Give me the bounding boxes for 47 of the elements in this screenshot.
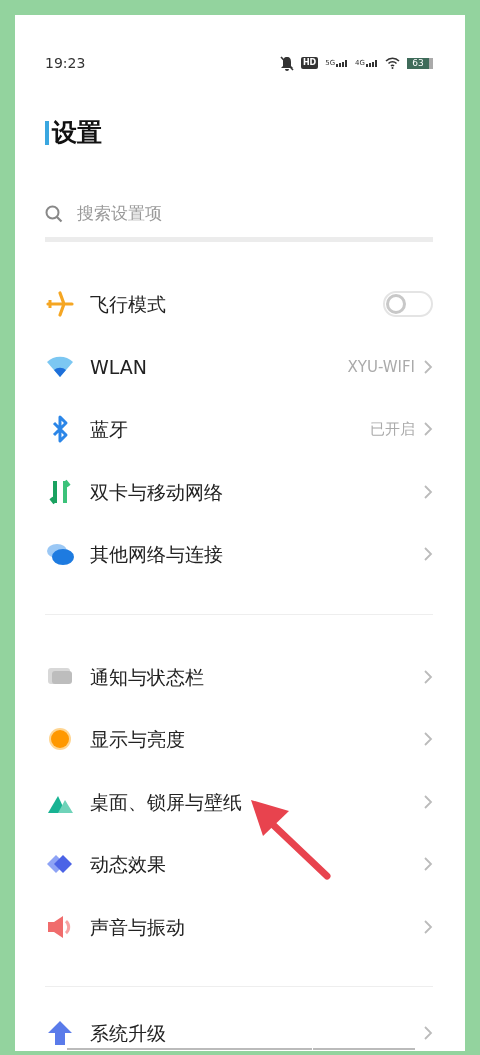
chevron-right-icon bbox=[423, 918, 433, 935]
plane-icon bbox=[45, 289, 75, 320]
settings-item[interactable]: 飞行模式 bbox=[45, 273, 433, 336]
hd-badge: HD bbox=[300, 57, 319, 69]
item-value: XYU-WIFI bbox=[347, 356, 415, 378]
item-label: 飞行模式 bbox=[90, 292, 167, 317]
item-label: 其他网络与连接 bbox=[90, 542, 224, 567]
wifi-icon bbox=[385, 57, 400, 69]
settings-item[interactable]: 声音与振动 bbox=[45, 895, 433, 958]
item-label: 蓝牙 bbox=[90, 417, 129, 442]
chevron-right-icon bbox=[423, 856, 433, 873]
chevron-right-icon bbox=[423, 1025, 433, 1041]
item-label: 动态效果 bbox=[90, 852, 167, 877]
item-label: 桌面、锁屏与壁纸 bbox=[90, 789, 243, 815]
item-label: 显示与亮度 bbox=[90, 727, 186, 752]
page-title: 设置 bbox=[52, 117, 102, 149]
item-label: 通知与状态栏 bbox=[90, 664, 205, 690]
search-field[interactable]: 搜索设置项 bbox=[77, 201, 377, 227]
chevron-right-icon bbox=[423, 421, 433, 438]
search-icon bbox=[45, 205, 63, 223]
status-time: 19:23 bbox=[45, 54, 86, 73]
settings-item[interactable]: 通知与状态栏 bbox=[45, 645, 433, 708]
settings-item[interactable]: 蓝牙 已开启 bbox=[45, 398, 433, 461]
chevron-right-icon bbox=[423, 793, 433, 810]
title-accent-bar bbox=[45, 121, 49, 145]
settings-item[interactable]: 其他网络与连接 bbox=[45, 523, 433, 586]
settings-item[interactable]: WLAN XYU-WIFI bbox=[45, 335, 433, 398]
item-label: 双卡与移动网络 bbox=[90, 479, 224, 505]
settings-item[interactable]: 桌面、锁屏与壁纸 bbox=[45, 770, 433, 833]
settings-item[interactable]: 动态效果 bbox=[45, 833, 433, 896]
chevron-right-icon bbox=[423, 483, 433, 500]
signal-icon bbox=[336, 60, 349, 67]
settings-item[interactable]: 双卡与移动网络 bbox=[45, 460, 433, 523]
chevron-right-icon bbox=[423, 731, 433, 748]
settings-item[interactable]: 系统升级 bbox=[45, 1007, 433, 1051]
settings-item[interactable]: 显示与亮度 bbox=[45, 708, 433, 771]
chevron-right-icon bbox=[423, 546, 433, 563]
chevron-right-icon bbox=[423, 358, 433, 375]
item-value: 已开启 bbox=[370, 419, 415, 440]
toggle-switch[interactable] bbox=[383, 291, 433, 318]
signal-icon bbox=[366, 60, 378, 67]
item-label: 声音与振动 bbox=[90, 914, 186, 940]
chevron-right-icon bbox=[423, 668, 433, 685]
bell-muted-icon bbox=[279, 55, 294, 71]
item-label: 系统升级 bbox=[90, 1020, 167, 1046]
item-label: WLAN bbox=[90, 354, 149, 380]
battery-icon: 63 bbox=[407, 57, 433, 69]
